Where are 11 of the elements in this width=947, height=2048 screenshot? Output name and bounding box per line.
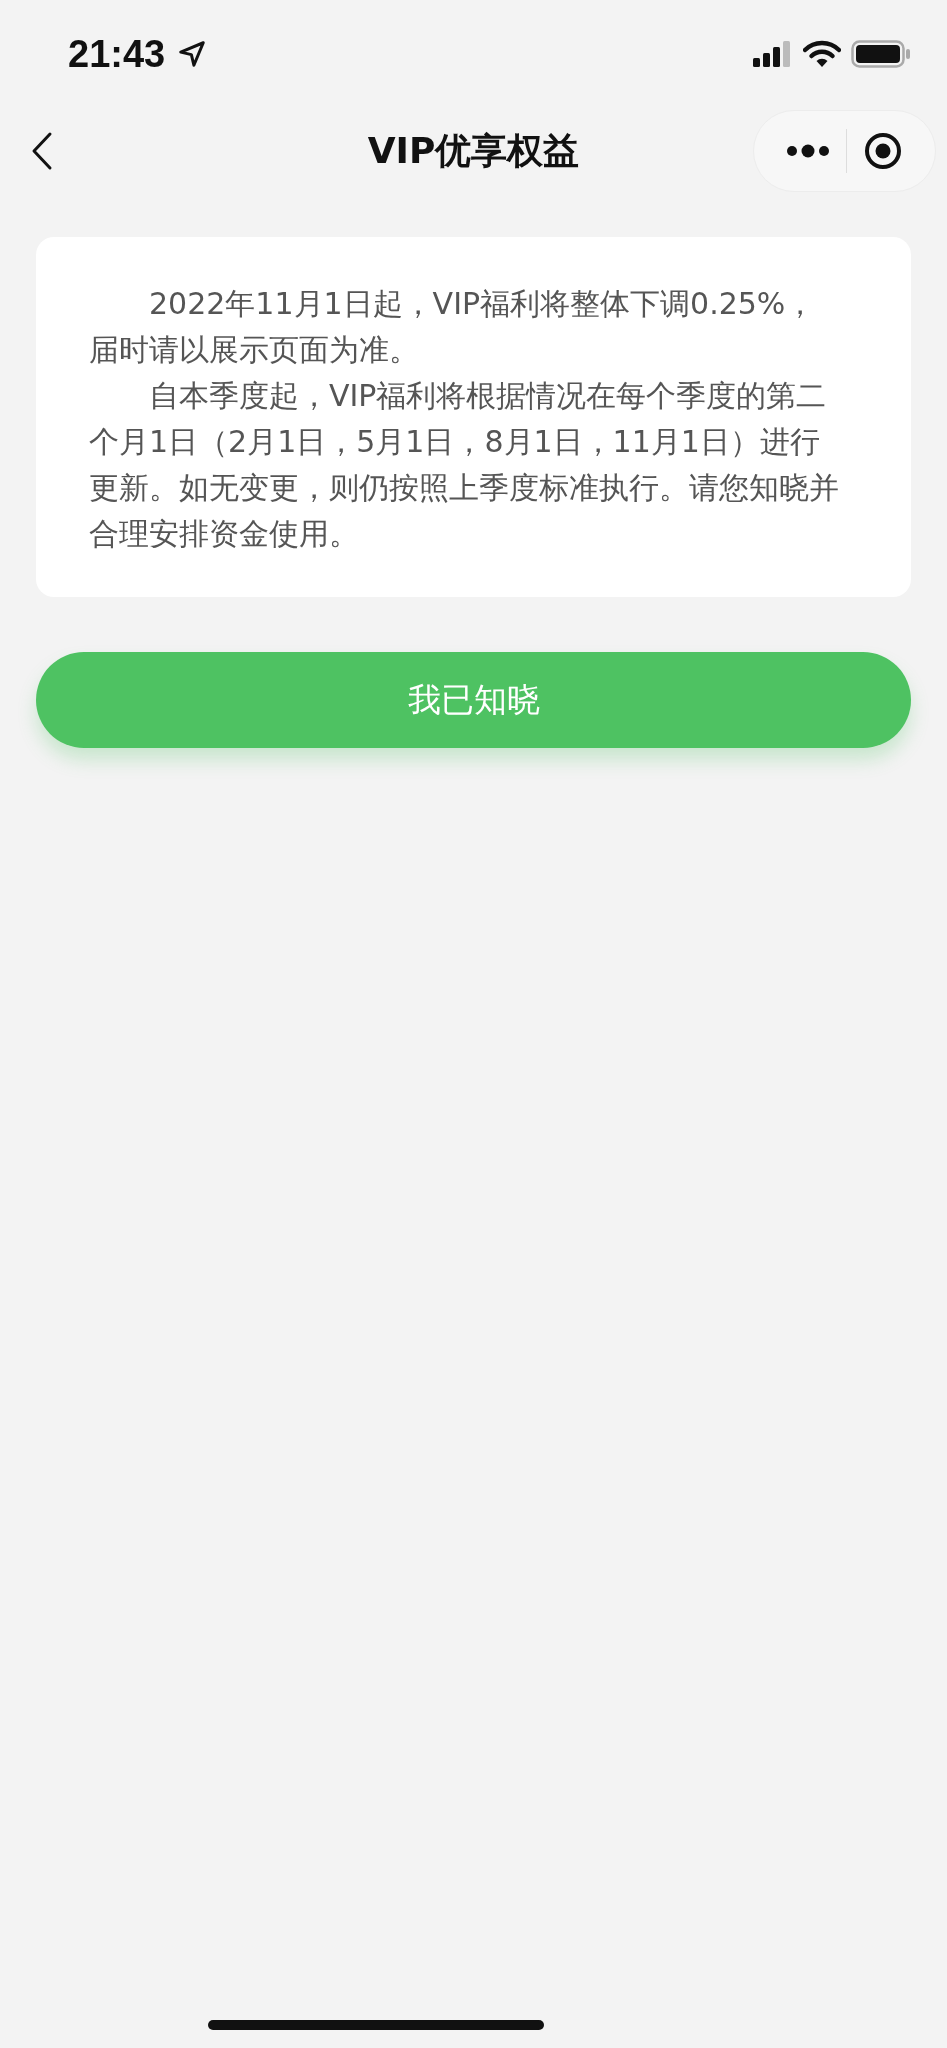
confirm-button[interactable]: 我已知晓 [36,652,911,748]
battery-icon [851,40,911,68]
wifi-icon [803,40,841,68]
close-icon[interactable] [863,131,903,171]
more-icon[interactable] [786,144,830,158]
notice-paragraph: 2022年11月1日起，VIP福利将整体下调0.25%，届时请以展示页面为准。 [89,285,817,369]
location-arrow-icon [177,39,208,69]
signal-icon [753,41,793,67]
status-time: 21:43 [68,32,166,76]
page-title: VIP优享权益 [367,128,580,173]
notice-paragraph: 自本季度起，VIP福利将根据情况在每个季度的第二个月1日（2月1日，5月1日，8月1日，11月1日）进行更新。如无变更，则仍按照上季度标准执行。请您知晓并合理安排资金使用。 [89,377,840,553]
